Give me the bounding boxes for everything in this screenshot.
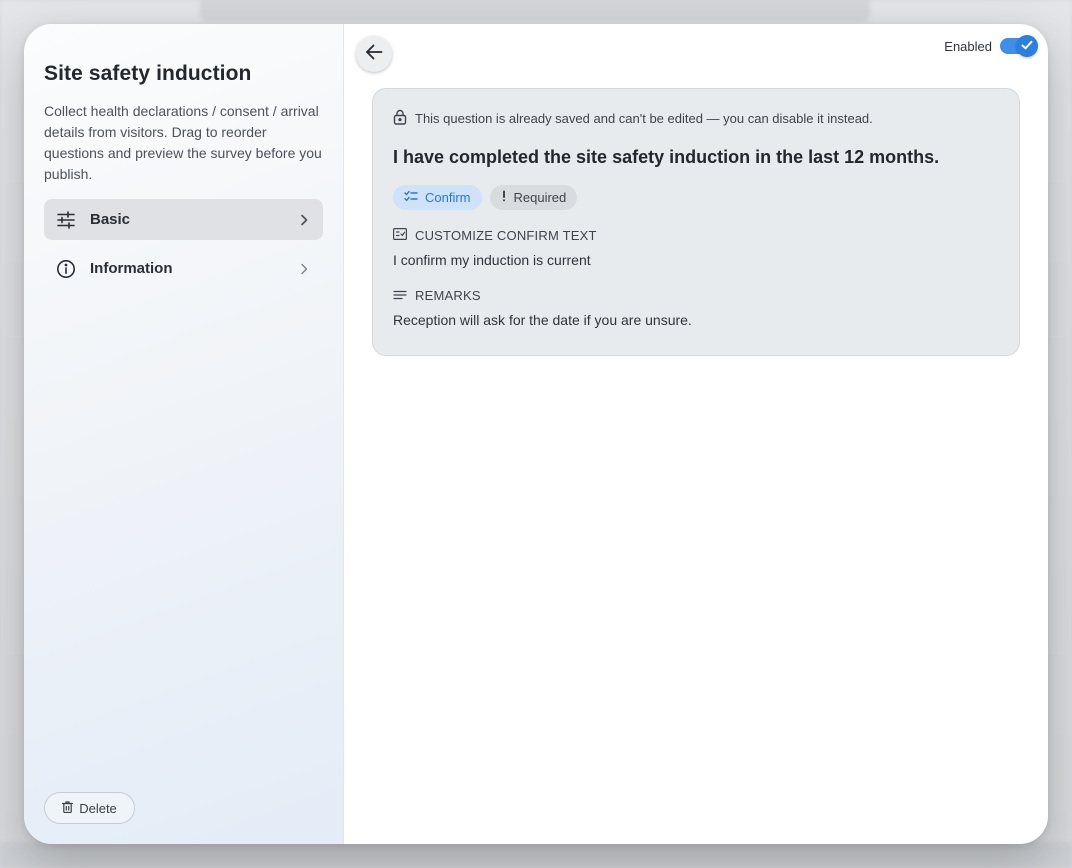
confirm-text-heading: CUSTOMIZE CONFIRM TEXT [393, 228, 999, 243]
background-search-bar [200, 0, 870, 22]
survey-title: Site safety induction [44, 62, 252, 85]
required-chip-label: Required [513, 190, 567, 205]
sidebar-item-information[interactable]: Information [44, 248, 323, 289]
confirm-chip-label: Confirm [425, 190, 471, 205]
confirm-text-value: I confirm my induction is current [393, 252, 591, 268]
enabled-label: Enabled [944, 38, 992, 54]
toggle-knob [1016, 35, 1038, 57]
sidebar-item-basic[interactable]: Basic [44, 199, 323, 240]
trash-icon [62, 800, 74, 816]
confirm-text-heading-label: CUSTOMIZE CONFIRM TEXT [415, 228, 597, 243]
remarks-value: Reception will ask for the date if you a… [393, 312, 692, 328]
remarks-heading: REMARKS [393, 288, 999, 303]
sidebar-item-label: Information [90, 260, 173, 277]
question-text: I have completed the site safety inducti… [393, 147, 940, 167]
checklist-icon [404, 190, 418, 205]
lock-icon [393, 109, 407, 128]
sidebar: Site safety induction Collect health dec… [24, 24, 344, 844]
delete-button[interactable]: Delete [44, 792, 135, 824]
checkbox-list-icon [393, 228, 408, 243]
background-footer [0, 842, 1072, 868]
enabled-toggle[interactable] [1000, 35, 1038, 57]
main-panel: Enabled This question is already saved a… [344, 24, 1048, 844]
sliders-icon [56, 210, 76, 230]
confirm-type-chip: Confirm [393, 185, 482, 210]
chevron-right-icon [297, 213, 311, 227]
sidebar-item-label: Basic [90, 211, 131, 228]
question-card: This question is already saved and can't… [372, 88, 1020, 356]
delete-label: Delete [79, 800, 117, 816]
question-tags: Confirm Required [393, 185, 999, 210]
remarks-heading-label: REMARKS [415, 288, 481, 303]
lock-notice-text: This question is already saved and can't… [415, 111, 873, 126]
info-icon [56, 259, 76, 279]
lock-notice: This question is already saved and can't… [393, 109, 999, 128]
required-chip: Required [489, 185, 578, 210]
arrow-left-icon [365, 44, 383, 65]
back-button[interactable] [356, 36, 392, 72]
check-icon [1021, 37, 1033, 55]
enabled-control: Enabled [944, 35, 1038, 57]
chevron-right-icon [297, 262, 311, 276]
question-editor-modal: Site safety induction Collect health dec… [24, 24, 1048, 844]
survey-description: Collect health declarations / consent / … [44, 103, 322, 182]
exclamation-icon [501, 190, 507, 205]
text-lines-icon [393, 288, 407, 303]
